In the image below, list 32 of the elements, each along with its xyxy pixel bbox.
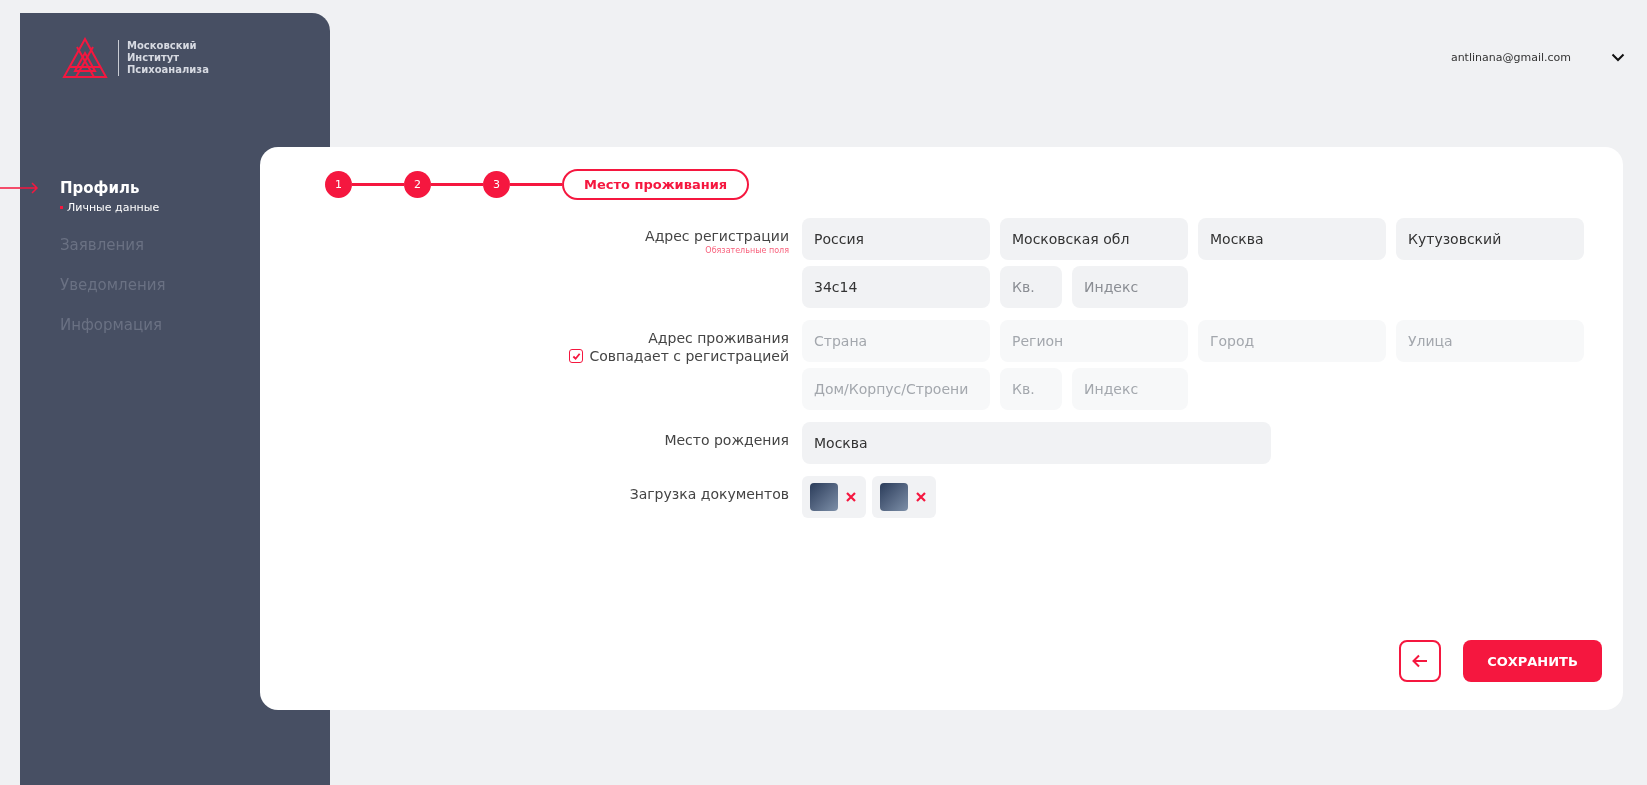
input-field[interactable]: Москва [802, 422, 1271, 464]
field-label: Адрес регистрации [645, 228, 789, 244]
required-hint: Обязательные поля [705, 246, 789, 255]
save-button[interactable]: СОХРАНИТЬ [1463, 640, 1602, 682]
input-field[interactable]: Кв. [1000, 266, 1062, 308]
step-number[interactable]: 3 [483, 171, 510, 198]
field-label: Место рождения [664, 432, 789, 448]
input-field[interactable]: Москва [1198, 218, 1386, 260]
back-button[interactable] [1399, 640, 1441, 682]
input-field[interactable]: Россия [802, 218, 990, 260]
arrow-right-icon [0, 182, 40, 194]
step-current[interactable]: Место проживания [562, 169, 750, 200]
close-icon[interactable] [916, 492, 926, 502]
field-label: Адрес проживания [648, 330, 789, 346]
nav-subitem[interactable]: Личные данные [60, 201, 160, 214]
arrow-left-icon [1412, 654, 1428, 668]
image-thumbnail [880, 483, 908, 511]
logo-text: Московский Институт Психоанализа [118, 40, 209, 76]
step-number[interactable]: 1 [325, 171, 352, 198]
chevron-down-icon[interactable] [1611, 52, 1625, 62]
input-field[interactable]: 34с14 [802, 266, 990, 308]
input-field[interactable]: Московская обл [1000, 218, 1188, 260]
field-label: Загрузка документов [629, 486, 789, 502]
triangle-logo-icon [62, 37, 108, 79]
nav-item[interactable]: Профиль [60, 179, 140, 197]
checkbox-label: Совпадает с регистрацией [589, 348, 789, 364]
input-field[interactable]: Кутузовский [1396, 218, 1584, 260]
user-email: antlinana@gmail.com [1450, 50, 1571, 64]
close-icon[interactable] [846, 492, 856, 502]
input-field[interactable]: Индекс [1072, 266, 1188, 308]
step-number[interactable]: 2 [404, 171, 431, 198]
image-thumbnail [810, 483, 838, 511]
